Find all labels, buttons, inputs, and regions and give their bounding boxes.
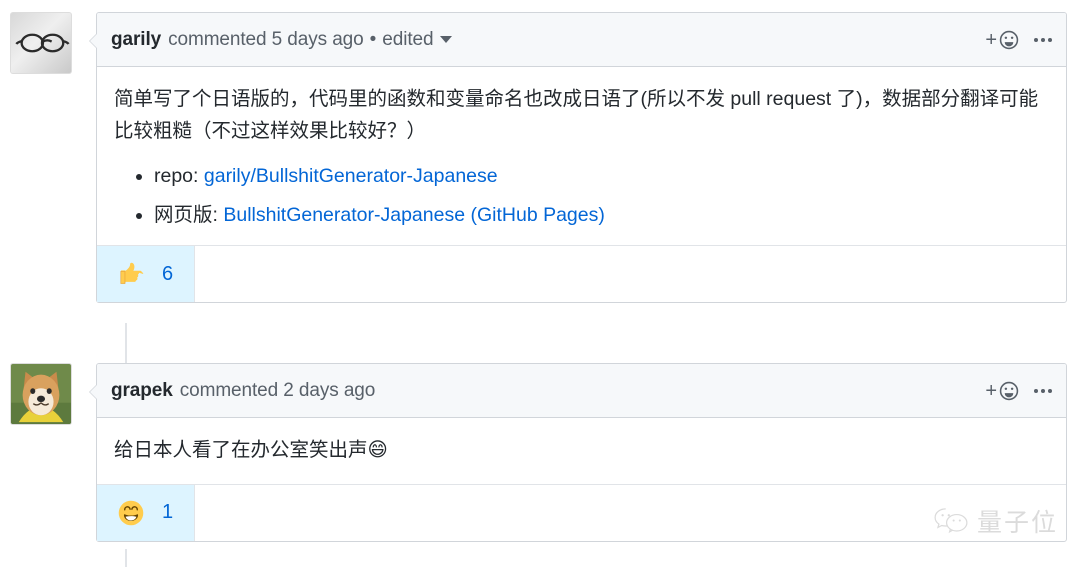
shiba-inu-avatar-image <box>11 364 71 424</box>
grinning-face-icon <box>118 500 144 526</box>
reaction-grinning-face[interactable]: 1 <box>97 484 195 541</box>
kebab-dot <box>1041 388 1045 393</box>
kebab-menu-icon[interactable] <box>1034 37 1052 42</box>
comment-body: 给日本人看了在办公室笑出声😄 <box>97 418 1066 484</box>
comment-link-list: repo: garily/BullshitGenerator-Japanese … <box>114 161 1049 231</box>
avatar[interactable] <box>10 12 72 74</box>
timeline-connector-lower <box>125 549 127 567</box>
smiley-face-icon <box>999 381 1019 400</box>
comment-header-actions: + <box>985 380 1052 402</box>
eyeglasses-avatar-image <box>11 13 71 73</box>
plus-icon: + <box>985 28 997 51</box>
comment-timestamp: commented 2 days ago <box>179 379 376 401</box>
kebab-menu-icon[interactable] <box>1034 388 1052 393</box>
plus-icon: + <box>985 379 997 402</box>
comment-box: grapek commented 2 days ago + 给日本人看了在办公室… <box>89 363 1067 542</box>
reactions-empty-area[interactable] <box>195 246 1066 302</box>
repo-link[interactable]: garily/BullshitGenerator-Japanese <box>204 165 498 187</box>
comment-paragraph: 简单写了个日语版的，代码里的函数和变量命名也改成日语了(所以不发 pull re… <box>114 88 1039 142</box>
edited-label[interactable]: edited <box>382 29 433 51</box>
add-reaction-button[interactable]: + <box>985 29 1020 51</box>
kebab-dot <box>1048 388 1052 393</box>
comment-paragraph: 给日本人看了在办公室笑出声😄 <box>114 439 388 461</box>
reaction-count: 1 <box>161 501 174 524</box>
avatar[interactable] <box>10 363 72 425</box>
comment-author[interactable]: garily <box>111 29 161 51</box>
comment-header: grapek commented 2 days ago + <box>97 364 1066 418</box>
reaction-thumbs-up[interactable]: 6 <box>97 246 195 303</box>
chevron-down-icon[interactable] <box>440 36 453 43</box>
pages-link[interactable]: BullshitGenerator-Japanese (GitHub Pages… <box>223 204 605 226</box>
timeline-connector-upper <box>125 323 127 365</box>
list-item: 网页版: BullshitGenerator-Japanese (GitHub … <box>154 200 1049 232</box>
comment-header: garily commented 5 days ago • edited + <box>97 13 1066 67</box>
kebab-dot <box>1034 388 1038 393</box>
reaction-count: 6 <box>161 262 174 285</box>
smiley-face-icon <box>999 30 1019 49</box>
list-item-prefix: 网页版: <box>154 203 224 226</box>
add-reaction-button[interactable]: + <box>985 380 1020 402</box>
comment-box: garily commented 5 days ago • edited + 简… <box>89 12 1067 304</box>
comment-body: 简单写了个日语版的，代码里的函数和变量命名也改成日语了(所以不发 pull re… <box>97 67 1066 245</box>
reactions-bar: 1 <box>97 483 1066 541</box>
reactions-empty-area[interactable] <box>195 485 1066 541</box>
list-item: repo: garily/BullshitGenerator-Japanese <box>154 161 1049 193</box>
meta-separator: • <box>369 28 377 50</box>
kebab-dot <box>1034 37 1038 42</box>
comment-header-actions: + <box>985 29 1052 51</box>
comment-author[interactable]: grapek <box>111 380 173 402</box>
kebab-dot <box>1041 37 1045 42</box>
kebab-dot <box>1048 37 1052 42</box>
comment-timestamp: commented 5 days ago <box>168 28 364 50</box>
reactions-bar: 6 <box>97 245 1066 303</box>
list-item-prefix: repo: <box>154 165 204 188</box>
thumbs-up-icon <box>118 261 144 287</box>
